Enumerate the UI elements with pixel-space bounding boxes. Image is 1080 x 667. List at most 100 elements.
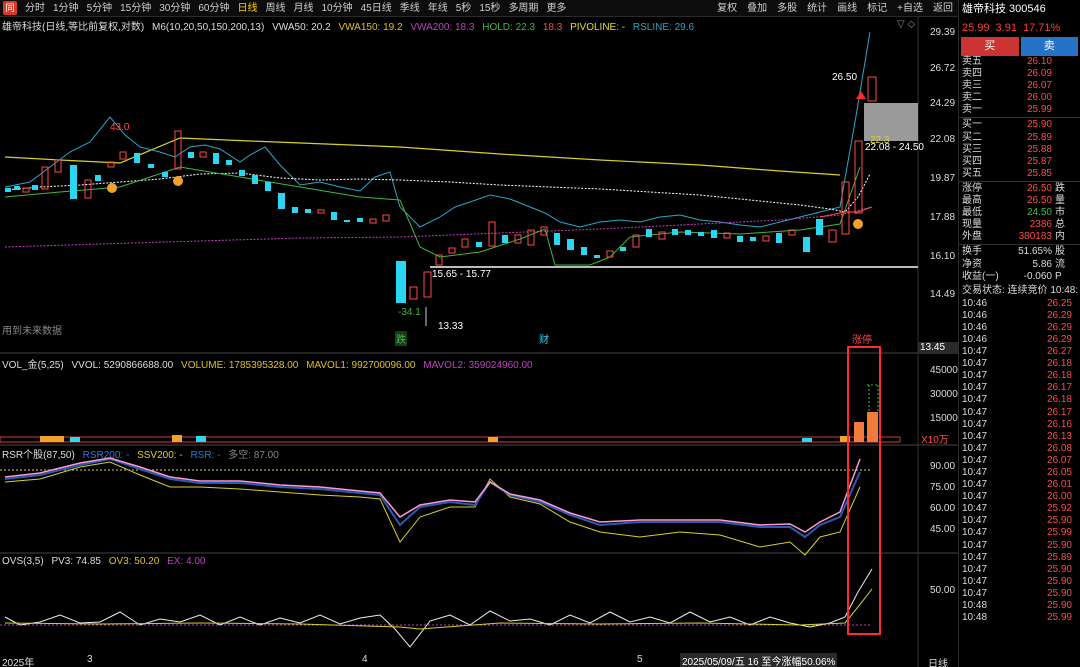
signal-icon[interactable] <box>173 176 183 186</box>
tick-row: 10:47 26.16 <box>959 419 1080 431</box>
period-tab[interactable]: 多周期 <box>504 0 542 17</box>
period-tab[interactable]: 60分钟 <box>194 0 233 17</box>
stat-row: 收益(一) -0.060 P <box>959 271 1080 283</box>
vol-indicator-header: VOL_金(5,25) VVOL: 5290866688.00 VOLUME: … <box>2 356 538 371</box>
tick-price: 26.00 <box>1046 491 1072 503</box>
drop-marker[interactable]: 跌 <box>395 331 407 346</box>
ssv200-value: SSV200: - <box>137 450 183 461</box>
vol-title[interactable]: VOL_金(5,25) <box>2 360 64 371</box>
period-tab[interactable]: 15秒 <box>475 0 504 17</box>
ask-row[interactable]: 卖二 26.00 <box>959 92 1080 104</box>
stats-block-1: 涨停 26.50 跌最高 26.50 量最低 24.50 市现量 2386 总外盘 380183 内 <box>959 183 1080 243</box>
level-price: 26.10 <box>1026 56 1052 67</box>
ask-row[interactable]: 卖五 26.10 <box>959 56 1080 68</box>
stat-value: 2386 <box>1029 219 1052 231</box>
tick-time: 10:47 <box>962 430 988 442</box>
period-tab[interactable]: 分时 <box>21 0 49 17</box>
tick-row: 10:46 26.29 <box>959 310 1080 322</box>
period-tab[interactable]: 季线 <box>396 0 424 17</box>
level-label: 卖四 <box>962 68 982 80</box>
tick-time: 10:47 <box>962 346 988 358</box>
stat-row: 换手 51.65% 股 <box>959 246 1080 258</box>
x-label-may: 5 <box>637 654 643 665</box>
tool-button[interactable]: 画线 <box>832 0 862 17</box>
stat-side-label: 跌 <box>1055 182 1065 194</box>
ask-row[interactable]: 卖三 26.07 <box>959 80 1080 92</box>
quote-panel: 雄帝科技 300546 25.99 3.91 17.71% 买 卖 卖五 26.1… <box>958 0 1080 667</box>
rsr-title[interactable]: RSR个股(87,50) <box>2 450 75 461</box>
period-tab[interactable]: 5分钟 <box>83 0 117 17</box>
ovs-title[interactable]: OVS(3,5) <box>2 556 44 567</box>
x-label-march: 3 <box>87 654 93 665</box>
chart-tools: 复权 叠加 多股 统计 画线 标记 +自选 返回 <box>712 0 958 17</box>
sell-button[interactable]: 卖 <box>1020 37 1078 56</box>
period-label[interactable]: 日线 <box>928 655 948 667</box>
signal-icon[interactable] <box>107 183 117 193</box>
trade-buttons: 买 卖 <box>959 37 1080 56</box>
tool-button[interactable]: 复权 <box>712 0 742 17</box>
finance-marker[interactable]: 财 <box>539 331 549 346</box>
tick-time: 10:47 <box>962 551 988 563</box>
limit-up-marker[interactable]: 涨停 <box>852 331 872 346</box>
tick-list[interactable]: 10:46 26.25 10:46 26.29 10:46 26.29 10:46 26.29… <box>959 298 1080 625</box>
period-tab[interactable]: 5秒 <box>452 0 476 17</box>
bid-row[interactable]: 买四 25.87 <box>959 156 1080 168</box>
stat-label: 净资 <box>962 258 982 270</box>
tool-button[interactable]: 返回 <box>928 0 958 17</box>
tick-price: 25.99 <box>1046 527 1072 539</box>
ex-value: EX: 4.00 <box>167 556 206 567</box>
tick-price: 26.27 <box>1046 346 1072 358</box>
tick-row: 10:47 26.13 <box>959 431 1080 443</box>
signal-icon[interactable] <box>853 219 863 229</box>
tick-price: 26.17 <box>1046 382 1072 394</box>
bid-row[interactable]: 买二 25.89 <box>959 132 1080 144</box>
period-tab[interactable]: 更多 <box>542 0 570 17</box>
x-label-april: 4 <box>362 654 368 665</box>
stat-side-label: 内 <box>1055 231 1065 243</box>
duokong-value: 多空: 87.00 <box>228 450 279 461</box>
last-price: 25.99 <box>962 22 990 34</box>
period-tab[interactable]: 周线 <box>262 0 290 17</box>
tool-button[interactable]: 统计 <box>802 0 832 17</box>
rsr-pink-line <box>4 457 861 533</box>
tool-button[interactable]: 标记 <box>862 0 892 17</box>
chart-area[interactable]: 雄帝科技(日线,等比前复权,对数) M6(10,20,50,150,200,13… <box>0 17 958 667</box>
vvol-value: VVOL: 5290866688.00 <box>71 360 174 371</box>
tick-price: 26.17 <box>1046 406 1072 418</box>
tick-row: 10:47 26.27 <box>959 346 1080 358</box>
period-tab[interactable]: 10分钟 <box>318 0 357 17</box>
tick-price: 26.18 <box>1046 358 1072 370</box>
period-tab[interactable]: 15分钟 <box>116 0 155 17</box>
tick-time: 10:47 <box>962 467 988 478</box>
tick-price: 25.90 <box>1046 600 1072 612</box>
level-label: 买五 <box>962 167 982 179</box>
ask-row[interactable]: 卖四 26.09 <box>959 68 1080 80</box>
period-tab[interactable]: 月线 <box>290 0 318 17</box>
bid-row[interactable]: 买一 25.90 <box>959 119 1080 131</box>
ask-row[interactable]: 卖一 25.99 <box>959 104 1080 116</box>
bid-row[interactable]: 买三 25.88 <box>959 144 1080 156</box>
period-tab[interactable]: 30分钟 <box>155 0 194 17</box>
level-price: 25.85 <box>1026 167 1052 179</box>
period-tab[interactable]: 1分钟 <box>49 0 83 17</box>
tool-button[interactable]: +自选 <box>892 0 928 17</box>
bid-row[interactable]: 买五 25.85 <box>959 168 1080 180</box>
up-arrow-icon <box>856 91 866 99</box>
buy-button[interactable]: 买 <box>961 37 1019 56</box>
tool-button[interactable]: 多股 <box>772 0 802 17</box>
tool-button[interactable]: 叠加 <box>742 0 772 17</box>
tick-price: 26.16 <box>1046 418 1072 430</box>
tick-price: 25.90 <box>1046 539 1072 551</box>
app-logo-icon[interactable]: 同 <box>3 1 17 15</box>
period-tab[interactable]: 日线 <box>234 0 262 17</box>
tick-time: 10:47 <box>962 515 988 527</box>
rsr200-value: RSR200: - <box>82 450 130 461</box>
period-tab[interactable]: 年线 <box>424 0 452 17</box>
period-tab[interactable]: 45日线 <box>357 0 396 17</box>
volume-value: VOLUME: 1785395328.00 <box>181 360 299 371</box>
level-label: 卖五 <box>962 56 982 67</box>
tick-row: 10:47 25.90 <box>959 515 1080 527</box>
mavol1-value: MAVOL1: 992700096.00 <box>306 360 416 371</box>
trading-status: 交易状态: 连续竞价 10:48: <box>962 284 1079 296</box>
level-label: 买一 <box>962 119 982 131</box>
